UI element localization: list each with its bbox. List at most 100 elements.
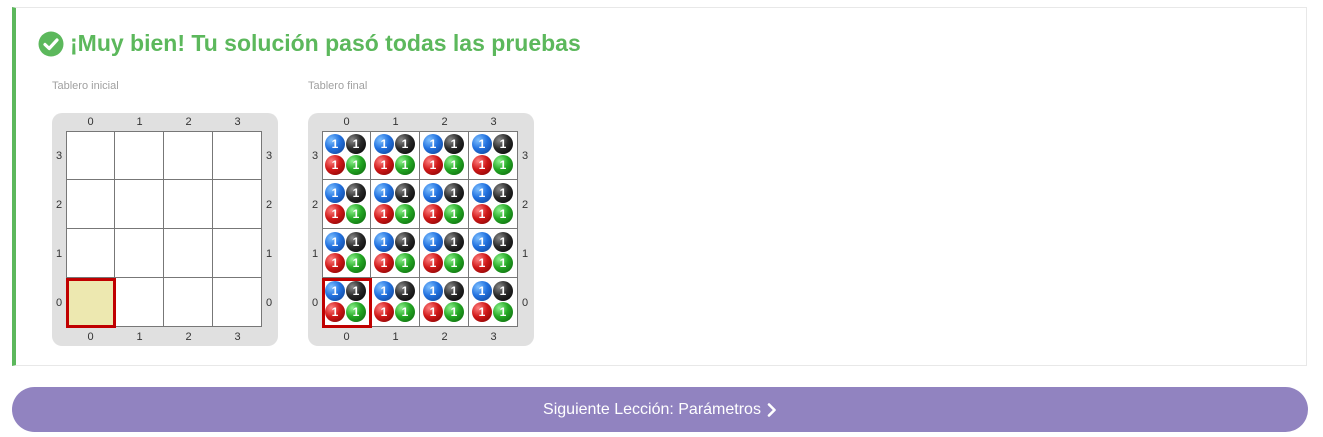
- result-title: ¡Muy bien! Tu solución pasó todas las pr…: [70, 30, 581, 56]
- row-label: 3: [521, 149, 529, 162]
- green-ball: 1: [493, 204, 513, 224]
- ball-count: 1: [352, 137, 360, 151]
- ball-count: 1: [331, 158, 339, 172]
- black-ball: 1: [493, 183, 513, 203]
- green-ball: 1: [395, 302, 415, 322]
- red-ball: 1: [325, 155, 345, 175]
- green-ball: 1: [493, 253, 513, 273]
- board-cell: 1111: [420, 229, 469, 278]
- result-panel: ¡Muy bien! Tu solución pasó todas las pr…: [12, 7, 1307, 366]
- ball-count: 1: [499, 158, 507, 172]
- ball-count: 1: [450, 284, 458, 298]
- next-lesson-button[interactable]: Siguiente Lección: Parámetros: [12, 387, 1308, 432]
- ball-count: 1: [450, 137, 458, 151]
- ball-count: 1: [499, 235, 507, 249]
- blue-ball: 1: [325, 134, 345, 154]
- blue-ball: 1: [472, 281, 492, 301]
- board-cell: 1111: [420, 131, 469, 180]
- red-ball: 1: [374, 204, 394, 224]
- ball-count: 1: [429, 186, 437, 200]
- column-label: 3: [490, 116, 497, 128]
- black-ball: 1: [444, 232, 464, 252]
- board-cell: [213, 180, 262, 229]
- column-label: 1: [136, 116, 143, 128]
- black-ball: 1: [346, 232, 366, 252]
- ball-count: 1: [401, 284, 409, 298]
- board-frame: 0 0 1 1 2 2 3 3 3 3 2 2 1 1 0 0: [52, 113, 278, 346]
- board-frame: 0011223333221100111111111111111111111111…: [308, 113, 534, 346]
- ball-count: 1: [478, 186, 486, 200]
- ball-count: 1: [401, 207, 409, 221]
- column-label: 2: [441, 116, 448, 128]
- red-ball: 1: [472, 302, 492, 322]
- green-ball: 1: [346, 155, 366, 175]
- board-cell: [66, 131, 115, 180]
- red-ball: 1: [423, 155, 443, 175]
- row-label: 0: [265, 296, 273, 309]
- blue-ball: 1: [423, 281, 443, 301]
- ball-count: 1: [331, 235, 339, 249]
- green-ball: 1: [444, 253, 464, 273]
- row-label: 0: [521, 296, 529, 309]
- black-ball: 1: [395, 232, 415, 252]
- green-ball: 1: [444, 204, 464, 224]
- column-label: 3: [490, 331, 497, 343]
- ball-count: 1: [499, 284, 507, 298]
- ball-count: 1: [429, 137, 437, 151]
- column-label: 3: [234, 331, 241, 343]
- green-ball: 1: [395, 253, 415, 273]
- red-ball: 1: [472, 204, 492, 224]
- black-ball: 1: [493, 134, 513, 154]
- ball-count: 1: [429, 158, 437, 172]
- red-ball: 1: [374, 302, 394, 322]
- ball-count: 1: [478, 256, 486, 270]
- ball-count: 1: [429, 305, 437, 319]
- board-cell: [66, 180, 115, 229]
- initial-board: Tablero inicial 0 0 1 1 2 2 3 3 3 3 2 2 1 1 0 0: [52, 80, 278, 346]
- green-ball: 1: [493, 302, 513, 322]
- blue-ball: 1: [374, 183, 394, 203]
- ball-count: 1: [429, 235, 437, 249]
- ball-count: 1: [478, 158, 486, 172]
- ball-count: 1: [380, 256, 388, 270]
- blue-ball: 1: [472, 134, 492, 154]
- ball-count: 1: [429, 284, 437, 298]
- board-cell: 1111: [469, 180, 518, 229]
- ball-count: 1: [450, 256, 458, 270]
- ball-count: 1: [429, 207, 437, 221]
- board-cell: [164, 180, 213, 229]
- row-label: 1: [521, 247, 529, 260]
- red-ball: 1: [423, 204, 443, 224]
- ball-count: 1: [499, 137, 507, 151]
- ball-count: 1: [401, 186, 409, 200]
- ball-count: 1: [478, 137, 486, 151]
- board-cell: 1111: [371, 229, 420, 278]
- row-label: 2: [311, 198, 319, 211]
- next-lesson-label: Siguiente Lección: Parámetros: [543, 400, 761, 418]
- ball-count: 1: [352, 207, 360, 221]
- ball-count: 1: [380, 305, 388, 319]
- red-ball: 1: [325, 204, 345, 224]
- ball-count: 1: [450, 235, 458, 249]
- board-cell: 1111: [469, 278, 518, 327]
- board-cell: 1111: [469, 131, 518, 180]
- green-ball: 1: [395, 204, 415, 224]
- ball-count: 1: [380, 186, 388, 200]
- row-label: 1: [265, 247, 273, 260]
- board-cell: [213, 278, 262, 327]
- green-ball: 1: [346, 204, 366, 224]
- chevron-right-icon: [767, 402, 776, 417]
- column-label: 2: [185, 331, 192, 343]
- head-cursor: [322, 278, 372, 328]
- board-caption: Tablero final: [308, 80, 368, 92]
- blue-ball: 1: [472, 183, 492, 203]
- ball-count: 1: [478, 305, 486, 319]
- ball-count: 1: [401, 137, 409, 151]
- board-cell: [164, 278, 213, 327]
- board-cell: 1111: [371, 131, 420, 180]
- red-ball: 1: [374, 253, 394, 273]
- red-ball: 1: [423, 253, 443, 273]
- ball-count: 1: [429, 256, 437, 270]
- ball-count: 1: [380, 235, 388, 249]
- board-cell: 1111: [420, 180, 469, 229]
